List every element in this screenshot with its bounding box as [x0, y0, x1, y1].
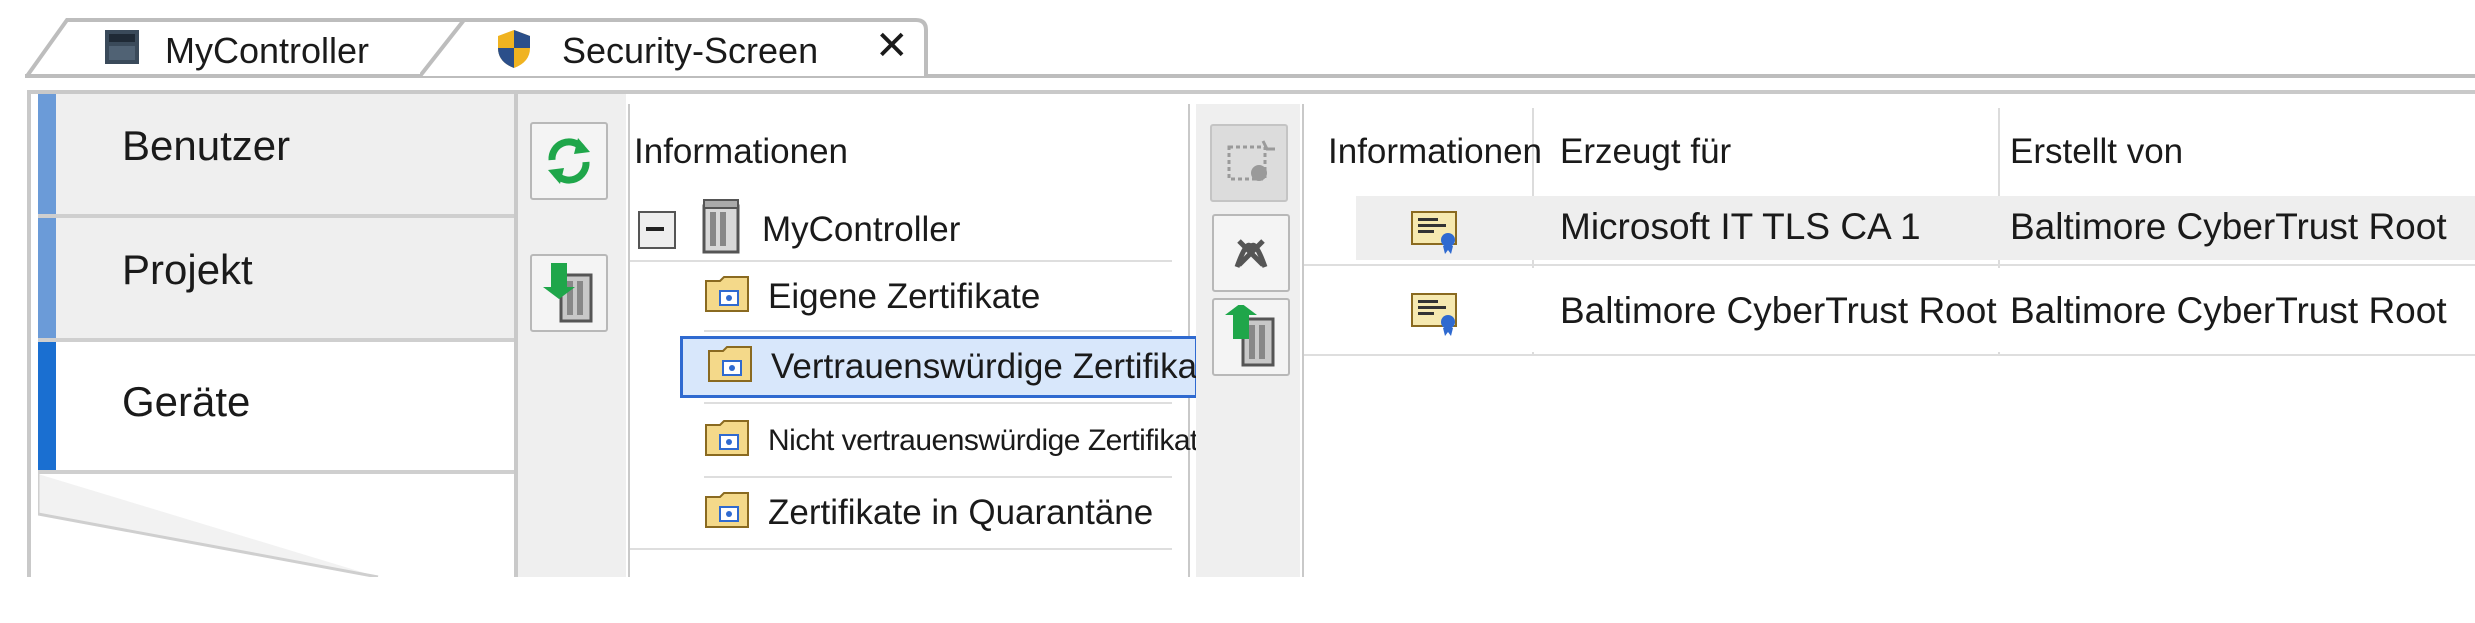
table-row-divider [1304, 354, 2475, 356]
sidebar-item-benutzer[interactable]: Benutzer [38, 94, 516, 214]
tree-header: Informationen [634, 132, 849, 171]
tab-label: MyController [165, 30, 370, 71]
certificate-folder-icon [704, 273, 752, 322]
tree-node-label: Nicht vertrauenswürdige Zertifikate [768, 424, 1215, 457]
cell-created-by: Baltimore CyberTrust Root [2010, 290, 2447, 331]
tree-row-divider [704, 402, 1172, 404]
cell-created-for: Baltimore CyberTrust Root [1560, 290, 1997, 331]
tree-node-label: MyController [762, 210, 961, 249]
certificate-folder-icon [704, 417, 752, 465]
sidebar-empty-area [38, 474, 516, 577]
column-header-erstellt-von[interactable]: Erstellt von [2010, 132, 2183, 172]
export-device-icon [1225, 305, 1275, 367]
shield-icon [495, 28, 533, 75]
tree-node-label: Vertrauenswürdige Zertifikate [771, 347, 1227, 386]
collapse-icon[interactable] [638, 211, 676, 249]
tab-label: Security-Screen [562, 30, 819, 71]
cell-created-for: Microsoft IT TLS CA 1 [1560, 206, 1921, 247]
sidebar-item-label: Projekt [122, 246, 253, 293]
tree-root-mycontroller[interactable]: MyController [638, 198, 961, 263]
tree-item-nicht-vertrauenswuerdige-zertifikate[interactable]: Nicht vertrauenswürdige Zertifikate [704, 410, 1215, 472]
certificate-icon [1410, 290, 1462, 341]
certificate-details-button[interactable] [1210, 124, 1288, 202]
import-device-icon [543, 263, 593, 323]
certificate-settings-icon [1227, 140, 1275, 181]
sidebar-item-projekt[interactable]: Projekt [38, 218, 516, 338]
controller-icon [700, 198, 744, 263]
certificate-folder-icon [707, 343, 755, 392]
table-row-divider [1304, 264, 2475, 266]
tree-item-vertrauenswuerdige-zertifikate[interactable]: Vertrauenswürdige Zertifikate [680, 336, 1226, 398]
cell-created-by: Baltimore CyberTrust Root [2010, 206, 2447, 247]
tab-security-screen[interactable]: Security-Screen ✕ [420, 18, 930, 78]
tree-item-zertifikate-in-quarantaene[interactable]: Zertifikate in Quarantäne [704, 482, 1153, 544]
sidebar-item-label: Geräte [122, 378, 251, 425]
delete-certificate-button[interactable] [1212, 214, 1290, 292]
tree-node-label: Eigene Zertifikate [768, 277, 1041, 316]
frame-left-border [27, 92, 31, 577]
refresh-button[interactable] [530, 122, 608, 200]
sidebar-item-geraete[interactable]: Geräte [38, 342, 516, 470]
tab-mycontroller[interactable]: MyController [25, 18, 465, 78]
close-tab-button[interactable]: ✕ [875, 26, 909, 66]
certificate-tree: Informationen MyController Eigene Zertif… [628, 104, 1226, 577]
sidebar-accent [38, 342, 56, 470]
certificate-icon [1410, 208, 1462, 259]
certificate-folder-icon [704, 489, 752, 538]
table-row[interactable]: Baltimore CyberTrust Root Baltimore Cybe… [1356, 268, 2475, 352]
column-header-erzeugt-fuer[interactable]: Erzeugt für [1560, 132, 1731, 172]
sidebar-accent [38, 218, 56, 338]
sidebar-item-label: Benutzer [122, 122, 291, 169]
export-certificate-button[interactable] [1212, 298, 1290, 376]
delete-icon [1234, 239, 1268, 268]
tree-node-label: Zertifikate in Quarantäne [768, 493, 1154, 532]
sidebar-accent [38, 94, 56, 214]
tree-item-eigene-zertifikate[interactable]: Eigene Zertifikate [704, 266, 1040, 328]
tree-row-divider [630, 260, 1172, 262]
tree-row-divider [704, 476, 1172, 478]
tree-row-divider [704, 330, 1172, 332]
import-certificate-button[interactable] [530, 254, 608, 332]
table-row[interactable]: Microsoft IT TLS CA 1 Baltimore CyberTru… [1356, 196, 2475, 260]
refresh-icon [548, 138, 590, 184]
controller-icon [103, 28, 141, 71]
tree-row-divider [630, 548, 1172, 550]
certificate-table: Informationen Erzeugt für Erstellt von M… [1302, 104, 2475, 577]
column-header-informationen[interactable]: Informationen [1328, 132, 1542, 172]
